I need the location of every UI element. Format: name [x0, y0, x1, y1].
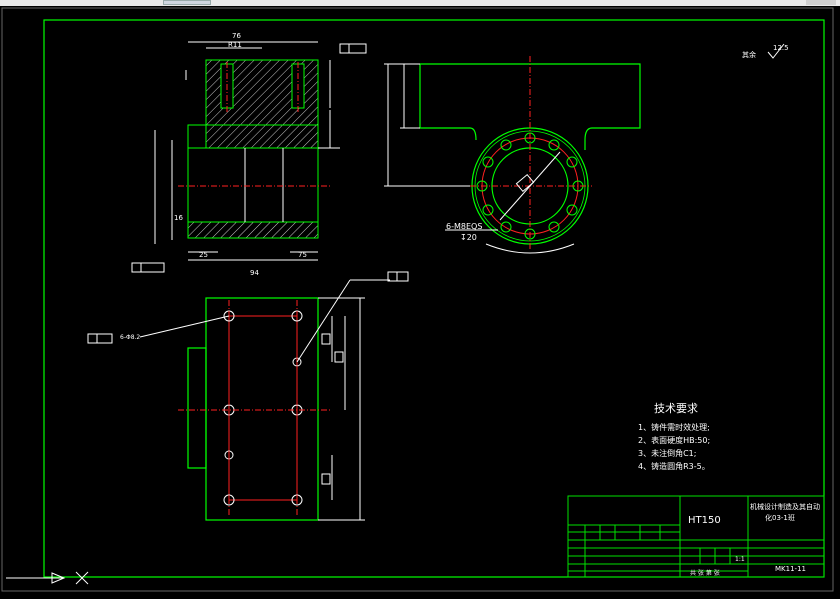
top-view-text: 6-Φ8.2 [120, 334, 140, 341]
surface-note-label: 其余 [742, 50, 756, 59]
tech-item-2: 2、表面硬度HB:50; [638, 435, 710, 445]
dim-25: 25 [199, 251, 208, 259]
tech-item-4: 4、铸造圆角R3-5。 [638, 461, 710, 471]
top-view [87, 271, 409, 521]
material: HT150 [688, 515, 721, 526]
tech-item-1: 1、铸件需时效处理; [638, 422, 710, 432]
side-view [384, 56, 641, 254]
title-line-1: 机械设计制造及其自动 [750, 502, 820, 511]
hole-callout-2: 6-Φ8.2 [120, 334, 140, 341]
part-no: MK11-11 [775, 565, 806, 573]
drawing-frame [1, 7, 834, 592]
title-line-2: 化03-1班 [765, 513, 795, 522]
hole-callout: 6-M8EQS [446, 222, 482, 231]
ucs-axis-icon [6, 571, 89, 585]
tech-title: 技术要求 [654, 402, 698, 415]
front-section-view [154, 41, 340, 261]
hole-depth: ↧20 [460, 233, 477, 242]
surface-note: 其余 12.5 [742, 43, 789, 59]
dim-top: 76 [232, 32, 241, 40]
dim-75: 75 [298, 251, 307, 259]
dim-94: 94 [250, 269, 259, 277]
cad-drawing-canvas[interactable]: 76 R11 94 25 75 16 6-M8EQS ↧20 其余 12.5 6… [0, 0, 840, 599]
side-view-text: 6-M8EQS ↧20 [446, 222, 482, 242]
dim-16: 16 [174, 214, 183, 222]
command-bar[interactable] [0, 594, 840, 599]
scale: 1:1 [735, 556, 745, 563]
tech-requirements: 技术要求 1、铸件需时效处理; 2、表面硬度HB:50; 3、未注倒角C1; 4… [638, 402, 710, 471]
dim-b6: R11 [228, 41, 242, 49]
tech-item-3: 3、未注倒角C1; [638, 448, 696, 458]
sheet-label: 共 张 第 张 [690, 569, 720, 577]
